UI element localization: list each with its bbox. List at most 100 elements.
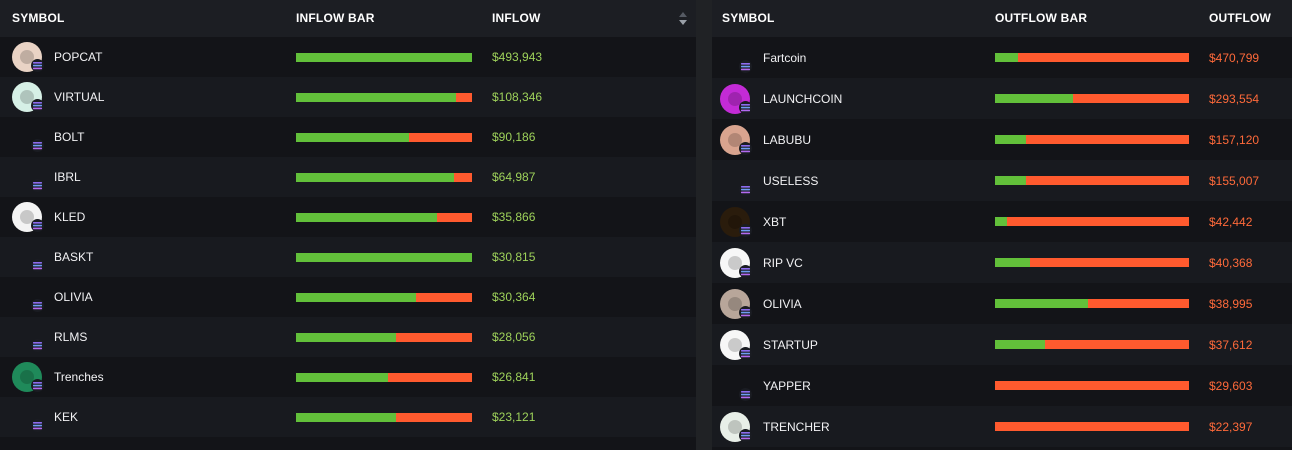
token-symbol[interactable]: OLIVIA — [54, 290, 93, 304]
flow-bar-fill — [296, 372, 388, 382]
flow-amount: $30,815 — [492, 250, 536, 264]
flow-amount: $90,186 — [492, 130, 536, 144]
flow-amount: $37,612 — [1209, 337, 1253, 352]
flow-bar-fill — [995, 299, 1088, 308]
token-symbol[interactable]: XBT — [763, 215, 786, 229]
inflow-header: SYMBOL INFLOW BAR INFLOW — [0, 0, 696, 37]
table-row[interactable]: POPCAT $493,943 — [0, 37, 696, 77]
inflow-bar-column-header[interactable]: INFLOW BAR — [296, 11, 375, 25]
table-row[interactable]: VIRTUAL $108,346 — [0, 77, 696, 117]
flow-bar-fill — [296, 132, 409, 142]
flow-bar — [995, 422, 1189, 431]
token-symbol[interactable]: RIP VC — [763, 256, 803, 270]
token-symbol[interactable]: Trenches — [54, 370, 104, 384]
table-row[interactable]: OLIVIA $38,995 — [712, 283, 1292, 324]
flow-bar — [296, 292, 472, 302]
flow-bar — [296, 332, 472, 342]
table-row[interactable]: TRENCHER $22,397 — [712, 406, 1292, 447]
token-symbol[interactable]: POPCAT — [54, 50, 102, 64]
solana-chain-icon — [31, 339, 44, 352]
flow-amount: $30,364 — [492, 290, 536, 304]
token-symbol[interactable]: OLIVIA — [763, 297, 802, 311]
flow-bar — [296, 132, 472, 142]
token-symbol[interactable]: YAPPER — [763, 379, 811, 393]
table-row[interactable]: LAUNCHCOIN $293,554 — [712, 78, 1292, 119]
token-symbol[interactable]: KEK — [54, 410, 78, 424]
table-row[interactable]: Fartcoin $470,799 — [712, 37, 1292, 78]
flow-bar — [296, 212, 472, 222]
token-symbol[interactable]: USELESS — [763, 174, 818, 188]
table-row[interactable]: BASKT $30,815 — [0, 237, 696, 277]
flow-bar-fill — [995, 135, 1026, 144]
flow-bar-fill — [296, 92, 456, 102]
token-symbol[interactable]: BOLT — [54, 130, 84, 144]
symbol-column-header[interactable]: SYMBOL — [12, 11, 65, 25]
flow-amount: $28,056 — [492, 330, 536, 344]
outflow-column-header[interactable]: OUTFLOW — [1209, 11, 1271, 25]
flow-amount: $470,799 — [1209, 50, 1260, 65]
flow-amount: $38,995 — [1209, 296, 1253, 311]
token-symbol[interactable]: BASKT — [54, 250, 93, 264]
flow-amount: $26,841 — [492, 370, 536, 384]
flow-bar — [995, 217, 1189, 226]
flow-bar — [296, 372, 472, 382]
flow-amount: $35,866 — [492, 210, 536, 224]
table-row[interactable]: RIP VC $40,368 — [712, 242, 1292, 283]
flow-amount: $22,397 — [1209, 419, 1253, 434]
flow-bar — [296, 412, 472, 422]
flow-amount: $108,346 — [492, 90, 543, 104]
flow-amount: $42,442 — [1209, 214, 1253, 229]
symbol-column-header[interactable]: SYMBOL — [722, 11, 775, 25]
flow-amount: $155,007 — [1209, 173, 1260, 188]
flow-bar — [995, 381, 1189, 390]
flow-amount: $64,987 — [492, 170, 536, 184]
solana-chain-icon — [739, 223, 752, 237]
flow-bar-fill — [995, 53, 1018, 62]
token-symbol[interactable]: LAUNCHCOIN — [763, 92, 842, 106]
token-symbol[interactable]: KLED — [54, 210, 85, 224]
flow-bar — [296, 172, 472, 182]
token-symbol[interactable]: TRENCHER — [763, 420, 830, 434]
inflow-panel: SYMBOL INFLOW BAR INFLOW POPCAT $493,943 V… — [0, 0, 696, 450]
solana-chain-icon — [31, 379, 44, 392]
table-row[interactable]: KEK $23,121 — [0, 397, 696, 437]
table-row[interactable]: XBT $42,442 — [712, 201, 1292, 242]
outflow-bar-column-header[interactable]: OUTFLOW BAR — [995, 11, 1087, 25]
token-symbol[interactable]: IBRL — [54, 170, 81, 184]
token-symbol[interactable]: Fartcoin — [763, 51, 806, 65]
solana-chain-icon — [739, 346, 752, 360]
solana-chain-icon — [31, 59, 44, 72]
table-row[interactable]: OLIVIA $30,364 — [0, 277, 696, 317]
outflow-panel: SYMBOL OUTFLOW BAR OUTFLOW Fartcoin $470,… — [712, 0, 1292, 450]
table-row[interactable]: KLED $35,866 — [0, 197, 696, 237]
solana-chain-icon — [31, 219, 44, 232]
flow-bar-fill — [995, 340, 1045, 349]
table-row[interactable]: BOLT $90,186 — [0, 117, 696, 157]
token-symbol[interactable]: VIRTUAL — [54, 90, 104, 104]
table-row[interactable]: STARTUP $37,612 — [712, 324, 1292, 365]
solana-chain-icon — [739, 305, 752, 319]
flow-bar-fill — [296, 212, 437, 222]
flow-amount: $23,121 — [492, 410, 536, 424]
flow-amount: $493,943 — [492, 50, 543, 64]
solana-chain-icon — [739, 387, 752, 401]
flow-bar — [995, 340, 1189, 349]
flow-amount: $293,554 — [1209, 91, 1260, 106]
flow-amount: $29,603 — [1209, 378, 1253, 393]
solana-chain-icon — [739, 141, 752, 155]
solana-chain-icon — [739, 264, 752, 278]
outflow-header: SYMBOL OUTFLOW BAR OUTFLOW — [712, 0, 1292, 37]
table-row[interactable]: LABUBU $157,120 — [712, 119, 1292, 160]
table-row[interactable]: Trenches $26,841 — [0, 357, 696, 397]
table-row[interactable]: USELESS $155,007 — [712, 160, 1292, 201]
token-symbol[interactable]: RLMS — [54, 330, 87, 344]
solana-chain-icon — [31, 139, 44, 152]
inflow-column-header[interactable]: INFLOW — [492, 11, 541, 25]
table-row[interactable]: YAPPER $29,603 — [712, 365, 1292, 406]
table-row[interactable]: IBRL $64,987 — [0, 157, 696, 197]
token-symbol[interactable]: LABUBU — [763, 133, 811, 147]
sort-arrows-icon[interactable] — [678, 10, 688, 26]
table-row[interactable]: RLMS $28,056 — [0, 317, 696, 357]
flow-bar-fill — [995, 94, 1073, 103]
token-symbol[interactable]: STARTUP — [763, 338, 818, 352]
